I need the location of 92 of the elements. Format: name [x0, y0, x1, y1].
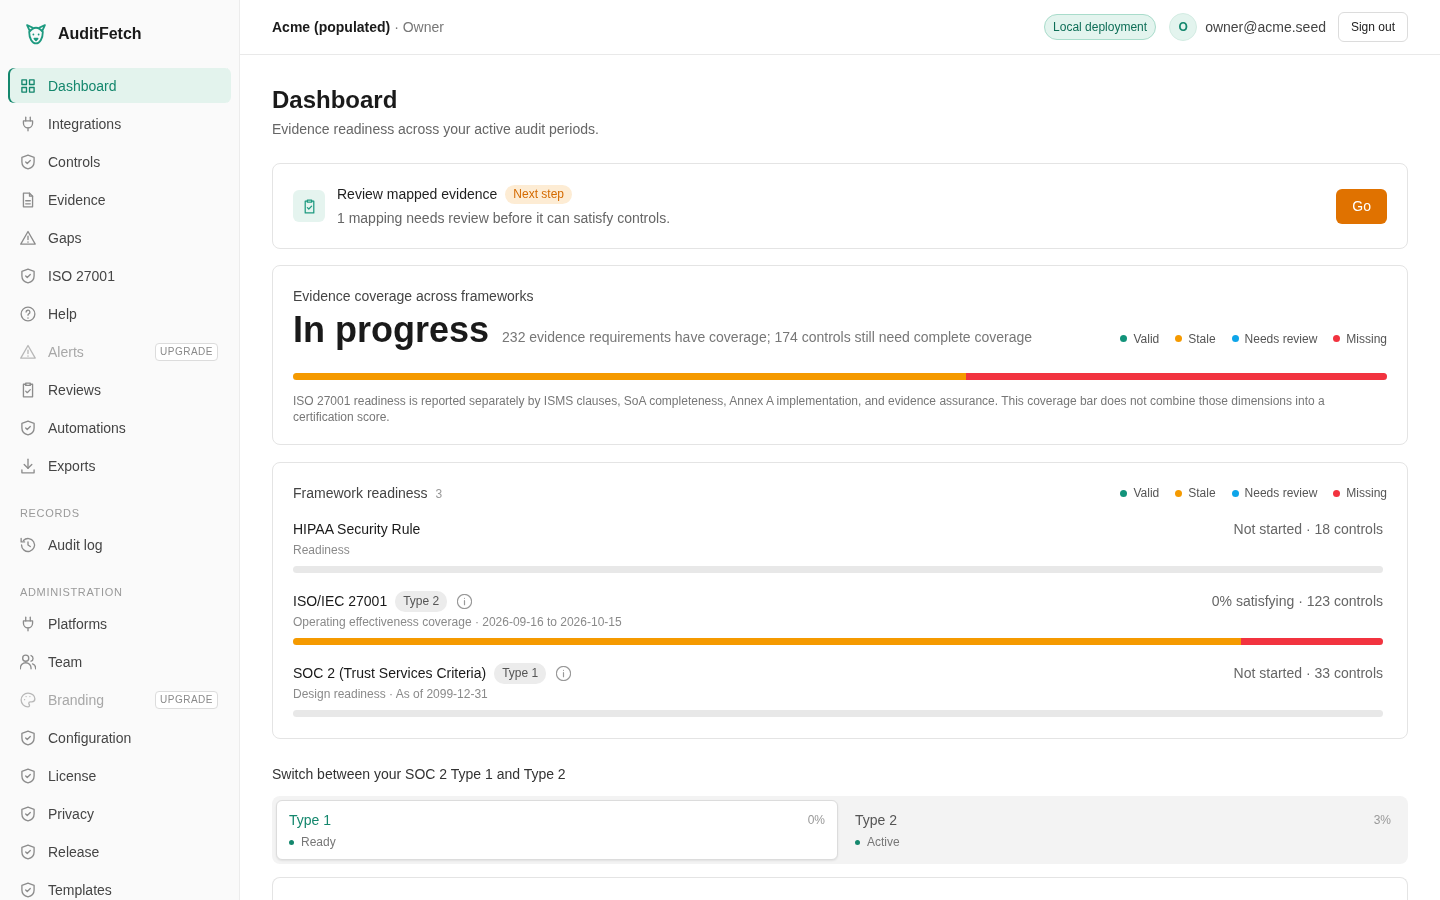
sidebar-item[interactable]: Help — [8, 296, 231, 331]
download-icon — [20, 457, 36, 474]
legend-label: Missing — [1346, 485, 1387, 501]
section-label: ADMINISTRATION — [19, 585, 124, 600]
sidebar-item[interactable]: Templates — [8, 872, 231, 900]
framework-detail: Operating effectiveness coverage · 2026-09-16 to 2026-10-15 — [293, 614, 623, 631]
users-icon — [20, 653, 36, 670]
framework-detail: Design readiness · As of 2099-12-31 — [293, 686, 489, 703]
shield-check-icon — [20, 767, 36, 784]
plug-icon — [20, 115, 36, 132]
sidebar-item[interactable]: Platforms — [8, 606, 231, 641]
type-badge: Type 1 — [494, 662, 547, 684]
legend-label: Missing — [1346, 330, 1387, 347]
sidebar-item[interactable]: Integrations — [8, 106, 231, 141]
grid-icon — [20, 77, 36, 94]
type-option-tab[interactable]: Type 1 0% Ready — [276, 800, 838, 860]
document-icon — [20, 191, 36, 208]
upgrade-badge: UPGRADE — [155, 690, 218, 709]
next-step-title: Review mapped evidence — [337, 186, 498, 202]
legend-label: Needs review — [1244, 330, 1318, 347]
sidebar-item[interactable]: Audit log — [8, 527, 231, 562]
framework-status: Not started · 33 controls — [1233, 665, 1383, 681]
sidebar-item[interactable]: Configuration — [8, 720, 231, 755]
status-label: Active — [867, 834, 900, 851]
sidebar-item[interactable]: Evidence — [8, 182, 231, 217]
switch-heading: Switch between your SOC 2 Type 1 and Type 2 — [272, 765, 567, 784]
sidebar-item[interactable]: Exports — [8, 448, 231, 483]
legend-label: Needs review — [1244, 485, 1318, 501]
sidebar-item[interactable]: Controls — [8, 144, 231, 179]
brand-name: AuditFetch — [58, 25, 142, 43]
clipboard-check-icon — [20, 381, 36, 398]
shield-check-icon — [20, 805, 36, 822]
coverage-status: In progress — [293, 308, 490, 352]
user-email: owner@acme.seed — [1205, 19, 1326, 35]
percent-label: 3% — [1373, 812, 1391, 829]
framework-count: 3 — [435, 487, 443, 501]
framework-name: SOC 2 (Trust Services Criteria) — [293, 665, 487, 681]
next-step-badge: Next step — [505, 184, 573, 204]
shield-check-icon — [20, 419, 36, 436]
sign-out-button[interactable]: Sign out — [1337, 12, 1408, 42]
info-icon[interactable] — [556, 665, 572, 681]
sidebar-item[interactable]: Dashboard — [8, 68, 231, 103]
sidebar-item[interactable]: Reviews — [8, 372, 231, 407]
avatar[interactable]: O — [1169, 13, 1198, 41]
framework-status: 0% satisfying · 123 controls — [1211, 593, 1383, 609]
legend-label: Stale — [1188, 330, 1216, 347]
coverage-summary: 232 evidence requirements have coverage; 174 controls still need complete coverage — [502, 328, 1033, 347]
sidebar-item[interactable]: Gaps — [8, 220, 231, 255]
workspace-name: Acme (populated) — [272, 19, 391, 35]
status-label: Ready — [301, 834, 336, 851]
role-label: · Owner — [394, 19, 444, 35]
shield-check-icon — [20, 153, 36, 170]
upgrade-badge: UPGRADE — [155, 342, 218, 361]
sidebar-item[interactable]: Team — [8, 644, 231, 679]
sidebar-item[interactable]: Privacy — [8, 796, 231, 831]
sidebar-item[interactable]: License — [8, 758, 231, 793]
coverage-note: ISO 27001 readiness is reported separately by ISMS clauses, SoA completeness, Annex A implementation, and evidence assurance. This coverage bar does not combine those dimensions into a certification score. — [293, 393, 1326, 425]
shield-check-icon — [20, 881, 36, 898]
framework-readiness-heading: Framework readiness — [293, 485, 428, 501]
framework-detail: Readiness — [293, 542, 351, 559]
framework-name: HIPAA Security Rule — [293, 521, 421, 537]
next-step-description: 1 mapping needs review before it can satisfy controls. — [337, 209, 672, 228]
coverage-heading: Evidence coverage across frameworks — [293, 287, 535, 306]
percent-label: 0% — [807, 812, 825, 829]
type-badge: Type 2 — [395, 590, 448, 612]
status-dot-icon — [289, 839, 294, 845]
dog-head-icon — [25, 23, 47, 45]
help-icon — [20, 305, 36, 322]
legend-label: Valid — [1133, 485, 1160, 501]
plug-icon — [20, 615, 36, 632]
framework-name: ISO/IEC 27001 — [293, 593, 388, 609]
sidebar-item[interactable]: ISO 27001 — [8, 258, 231, 293]
sidebar-item[interactable]: Release — [8, 834, 231, 869]
shield-check-icon — [20, 843, 36, 860]
legend-label: Valid — [1133, 330, 1160, 347]
clipboard-check-icon — [293, 190, 325, 222]
type-option-tab[interactable]: Type 2 3% Active — [842, 800, 1404, 860]
page-title: Dashboard — [272, 85, 399, 115]
deployment-badge: Local deployment — [1044, 14, 1157, 40]
framework-status: Not started · 18 controls — [1233, 521, 1383, 537]
info-icon[interactable] — [457, 593, 473, 609]
shield-check-icon — [20, 729, 36, 746]
shield-check-icon — [20, 267, 36, 284]
legend-label: Stale — [1188, 485, 1216, 501]
section-label: RECORDS — [19, 506, 81, 521]
status-dot-icon — [855, 839, 860, 845]
warning-icon — [20, 229, 36, 246]
palette-icon — [20, 691, 36, 708]
page-subtitle: Evidence readiness across your active audit periods. — [272, 120, 600, 139]
history-icon — [20, 536, 36, 553]
warning-icon — [20, 343, 36, 360]
sidebar-item[interactable]: Automations — [8, 410, 231, 445]
